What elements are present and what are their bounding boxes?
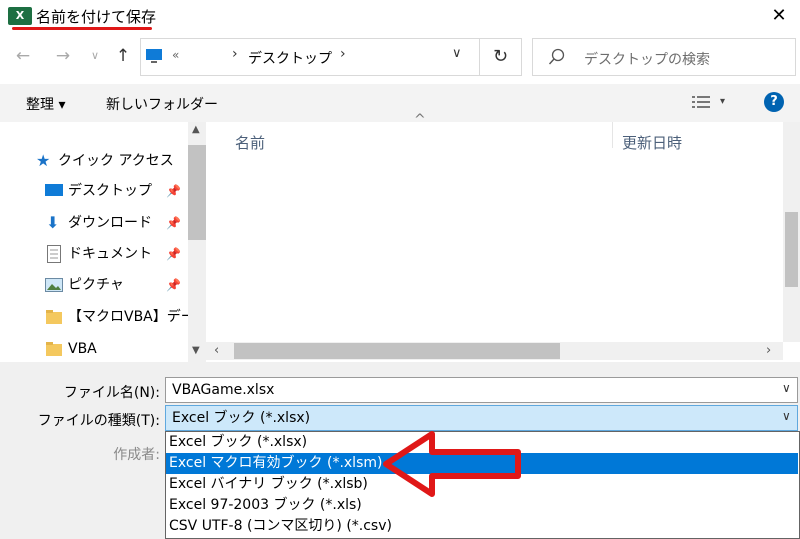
- refresh-button[interactable]: ↻: [480, 38, 522, 76]
- pin-icon[interactable]: 📌: [166, 239, 181, 269]
- navigation-pane: ★ クイック アクセス デスクトップ 📌 ⬇ ダウンロード 📌 ドキュメント 📌…: [0, 122, 206, 362]
- document-icon: [47, 245, 61, 263]
- nav-item-label: デスクトップ: [68, 183, 152, 199]
- search-placeholder: デスクトップの検索: [584, 52, 710, 68]
- filename-dropdown-icon[interactable]: ∨: [782, 381, 791, 395]
- nav-item-pictures[interactable]: ピクチャ 📌: [0, 270, 190, 300]
- nav-item-downloads[interactable]: ⬇ ダウンロード 📌: [0, 208, 190, 238]
- recent-chevron-icon[interactable]: ∨: [84, 44, 106, 68]
- folder-icon: [46, 310, 62, 324]
- nav-item-vba-folder[interactable]: VBA: [0, 334, 190, 364]
- nav-item-label: ドキュメント: [68, 246, 152, 262]
- nav-item-label: 【マクロVBA】データ: [68, 309, 190, 325]
- nav-item-label: VBA: [68, 341, 97, 357]
- column-header-name[interactable]: 名前: [235, 132, 265, 153]
- desktop-location-icon: [146, 49, 162, 63]
- help-button[interactable]: ?: [764, 92, 784, 112]
- scroll-down-icon[interactable]: ▼: [192, 345, 200, 356]
- star-icon: ★: [36, 151, 51, 170]
- view-options-icon[interactable]: [692, 95, 710, 109]
- overflow-chevron[interactable]: «: [172, 48, 179, 62]
- scroll-left-icon[interactable]: ‹: [214, 343, 219, 358]
- nav-item-macro-vba-folder[interactable]: 【マクロVBA】データ: [0, 302, 190, 332]
- new-folder-button[interactable]: 新しいフォルダー: [106, 94, 218, 114]
- filename-input[interactable]: VBAGame.xlsx: [165, 377, 798, 403]
- nav-item-documents[interactable]: ドキュメント 📌: [0, 239, 190, 269]
- scroll-up-icon[interactable]: ▲: [192, 124, 200, 135]
- nav-scrollbar-thumb[interactable]: [188, 145, 206, 240]
- organize-button[interactable]: 整理 ▾: [26, 94, 65, 114]
- desktop-icon: [45, 184, 63, 196]
- breadcrumb-chevron-icon[interactable]: ›: [340, 46, 346, 62]
- filetype-label: ファイルの種類(T):: [37, 413, 160, 429]
- column-header-modified[interactable]: 更新日時: [622, 132, 682, 153]
- filetype-option[interactable]: CSV UTF-8 (コンマ区切り) (*.csv): [166, 516, 798, 537]
- column-divider[interactable]: [612, 122, 613, 148]
- horizontal-scrollbar-thumb[interactable]: [234, 343, 560, 359]
- filename-value: VBAGame.xlsx: [172, 382, 275, 398]
- nav-item-label: ダウンロード: [68, 215, 152, 231]
- scroll-right-icon[interactable]: ›: [766, 343, 771, 358]
- red-arrow-annotation: [383, 431, 521, 497]
- nav-item-quick-access[interactable]: ★ クイック アクセス: [0, 146, 190, 176]
- refresh-icon: ↻: [492, 46, 509, 67]
- filename-label: ファイル名(N):: [63, 385, 160, 401]
- vertical-scrollbar-thumb[interactable]: [785, 212, 798, 287]
- filetype-select[interactable]: Excel ブック (*.xlsx): [165, 405, 798, 431]
- red-underline-annotation: [12, 27, 152, 30]
- address-dropdown-icon[interactable]: ∨: [452, 46, 462, 61]
- window-title: 名前を付けて保存: [36, 8, 157, 26]
- file-list[interactable]: [206, 122, 800, 362]
- close-button[interactable]: ✕: [764, 2, 794, 30]
- up-arrow-icon[interactable]: ↑: [112, 44, 134, 68]
- filetype-value: Excel ブック (*.xlsx): [172, 410, 311, 426]
- breadcrumb-desktop[interactable]: デスクトップ: [248, 48, 332, 68]
- pictures-icon: [45, 278, 63, 292]
- pin-icon[interactable]: 📌: [166, 270, 181, 300]
- back-arrow-icon[interactable]: ←: [12, 44, 34, 68]
- sort-ascending-icon: ^: [414, 112, 426, 128]
- pin-icon[interactable]: 📌: [166, 176, 181, 206]
- view-dropdown-icon[interactable]: ▾: [720, 96, 725, 107]
- search-icon: [548, 48, 565, 65]
- nav-item-label: クイック アクセス: [58, 153, 174, 169]
- folder-icon: [46, 342, 62, 356]
- author-label: 作成者:: [113, 447, 160, 463]
- excel-app-icon: X: [8, 7, 32, 25]
- pin-icon[interactable]: 📌: [166, 208, 181, 238]
- breadcrumb-separator-icon[interactable]: ›: [232, 46, 238, 62]
- forward-arrow-icon[interactable]: →: [52, 44, 74, 68]
- nav-item-label: ピクチャ: [68, 277, 124, 293]
- nav-item-desktop[interactable]: デスクトップ 📌: [0, 176, 190, 206]
- download-icon: ⬇: [46, 213, 60, 232]
- filetype-dropdown-icon[interactable]: ∨: [782, 409, 791, 423]
